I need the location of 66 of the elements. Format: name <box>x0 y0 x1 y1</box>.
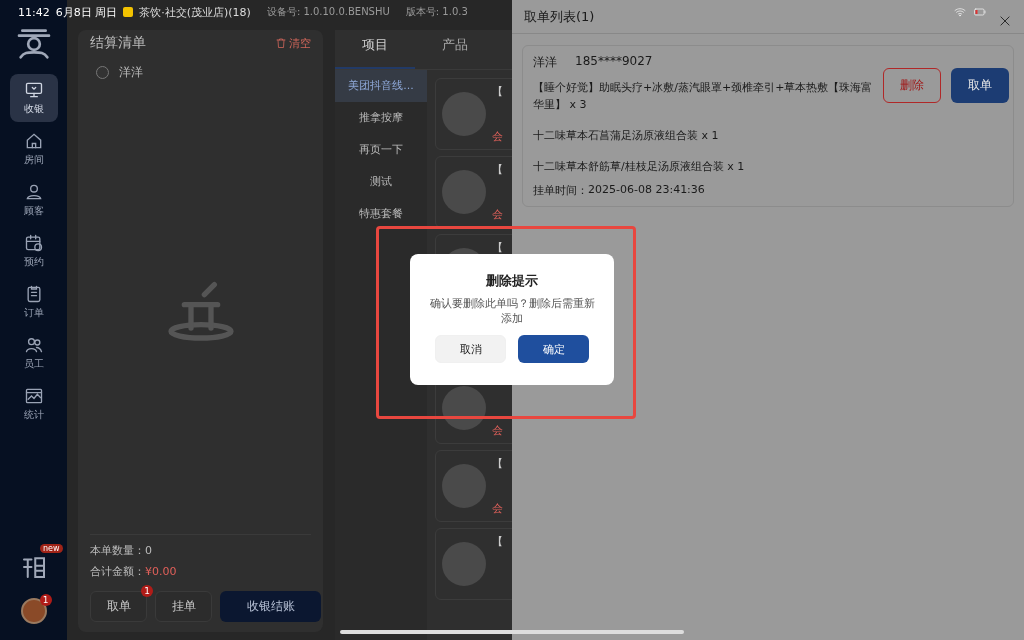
version-number: 版本号: 1.0.3 <box>405 5 468 19</box>
app-badge-icon <box>123 7 134 17</box>
checkout-button[interactable]: 收银结账 <box>220 591 321 622</box>
time-label: 挂单时间： <box>533 183 588 198</box>
order-item-text: 十二味草本石菖蒲足汤原液组合装 x 1 <box>533 128 720 144</box>
product-price: 会 <box>492 501 503 516</box>
close-icon <box>998 13 1012 28</box>
drawer-title: 取单列表(1) <box>524 7 595 26</box>
category-item[interactable]: 测试 <box>335 166 427 198</box>
nav-item[interactable]: 收银 <box>9 74 58 122</box>
retrieve-button[interactable]: 取单 <box>951 68 1009 103</box>
quantity-label: 本单数量： <box>90 544 145 557</box>
nav-item[interactable]: 房间 <box>9 125 58 173</box>
confirm-button[interactable]: 确定 <box>518 335 589 363</box>
nav-item[interactable]: 预约 <box>9 227 58 275</box>
product-title: 【 <box>492 534 503 549</box>
device-number: 设备号: 1.0.10.0.BENSHU <box>266 5 390 19</box>
phone-number: 185****9027 <box>575 54 653 70</box>
product-title: 【 <box>492 84 503 99</box>
trash-icon <box>275 37 287 49</box>
customer-name: 洋洋 <box>533 54 557 71</box>
calendar-clock-icon <box>23 233 44 253</box>
product-price: 会 <box>492 129 503 144</box>
category-item[interactable]: 再页一下 <box>335 134 427 166</box>
date-text: 6月8日 周日 <box>55 4 118 20</box>
product-price: 会 <box>492 423 503 438</box>
total-amount: ¥0.00 <box>145 565 177 578</box>
tab[interactable]: 产品 <box>415 30 495 69</box>
time-value: 2025-06-08 23:41:36 <box>588 183 705 198</box>
total-label: 合计金额： <box>90 565 145 578</box>
order-item-text: 【睡个好觉】助眠头疗+冰敷/蒸汽眼罩+颈椎牵引+草本热敷【珠海富华里】 x 3 <box>533 80 874 113</box>
nav-item[interactable]: 订单 <box>9 278 58 326</box>
category-item[interactable]: 推拿按摩 <box>335 102 427 134</box>
chart-icon <box>23 386 44 406</box>
image-placeholder <box>442 92 486 136</box>
monitor-icon <box>23 80 44 100</box>
dialog-message: 确认要删除此单吗？删除后需重新添加 <box>428 296 596 326</box>
action-button[interactable]: 挂单 <box>155 591 212 622</box>
image-placeholder <box>442 170 486 214</box>
product-price: 会 <box>492 207 503 222</box>
product-title: 【 <box>492 162 503 177</box>
order-item-text: 十二味草本舒筋草/桂枝足汤原液组合装 x 1 <box>533 159 746 175</box>
image-placeholder <box>442 464 486 508</box>
nav-item[interactable]: 员工 <box>9 329 58 377</box>
clear-button[interactable]: 清空 <box>275 35 311 51</box>
dialog-title: 删除提示 <box>486 272 538 290</box>
product-title: 【 <box>492 240 503 255</box>
notification-badge: 1 <box>141 585 153 597</box>
radio-button[interactable] <box>96 66 109 79</box>
panel-title: 结算清单 <box>90 34 146 52</box>
quantity-value: 0 <box>145 544 152 557</box>
store-name: 茶饮·社交(茂业店)(18) <box>139 4 251 20</box>
category-item[interactable]: 美团抖音线... <box>335 70 427 102</box>
category-item[interactable]: 特惠套餐 <box>335 198 427 230</box>
clock-time: 11:42 <box>18 5 50 19</box>
avatar[interactable] <box>20 598 47 624</box>
nav-item[interactable]: 顾客 <box>9 176 58 224</box>
notification-badge: 1 <box>39 594 52 606</box>
nav-item[interactable]: 统计 <box>9 380 58 428</box>
image-placeholder <box>442 542 486 586</box>
customer-name: 洋洋 <box>119 64 143 81</box>
product-title: 【 <box>492 456 503 471</box>
wifi-icon <box>953 6 967 18</box>
cancel-button[interactable]: 取消 <box>435 335 506 363</box>
people-icon <box>23 335 44 355</box>
new-badge: new <box>39 544 63 553</box>
